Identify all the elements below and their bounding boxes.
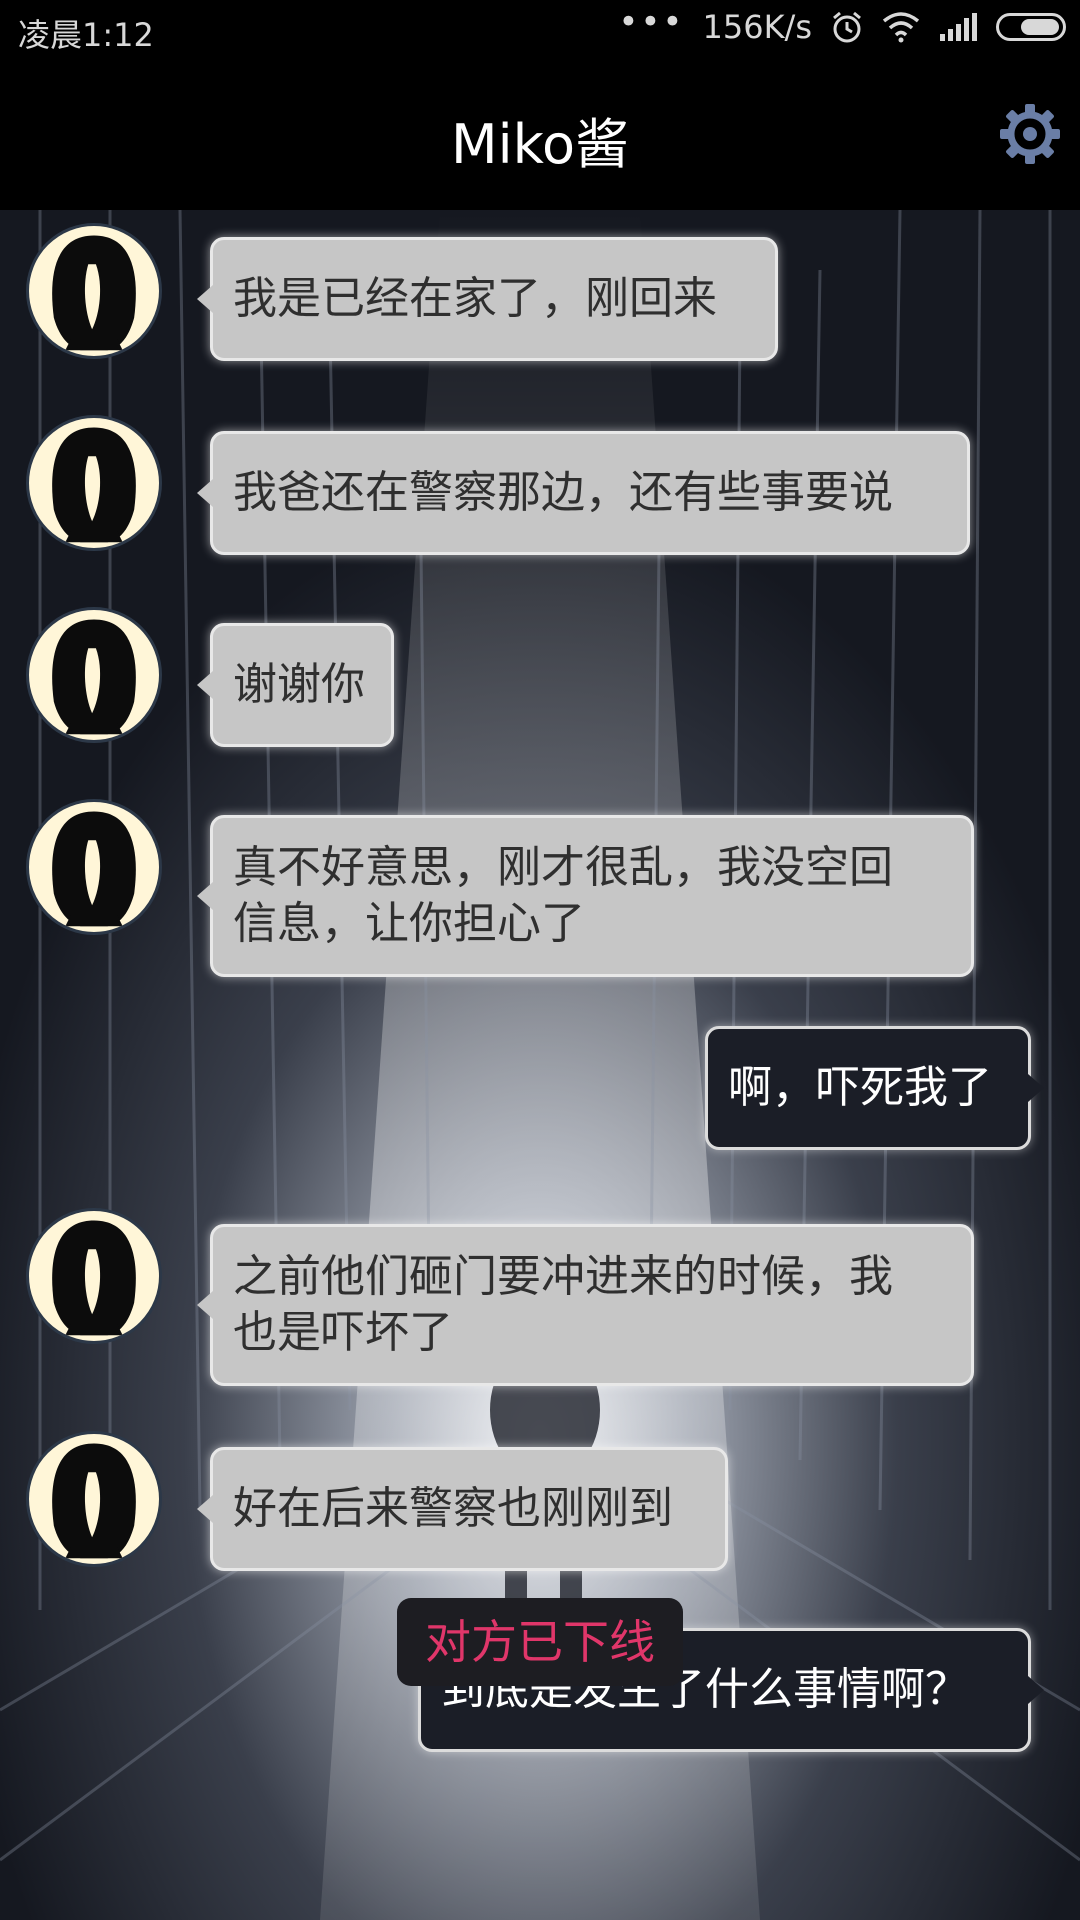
avatar-image <box>52 619 136 735</box>
avatar[interactable] <box>26 415 162 551</box>
network-speed: 156K/s <box>702 8 812 46</box>
message-bubble-incoming[interactable]: 真不好意思，刚才很乱，我没空回 信息，让你担心了 <box>197 815 974 977</box>
message-text-line: 信息，让你担心了 <box>233 898 585 949</box>
avatar-image <box>52 811 136 927</box>
avatar[interactable] <box>26 607 162 743</box>
status-icons: ••• 156K/s <box>618 2 1066 46</box>
message-bubble-incoming[interactable]: 我爸还在警察那边，还有些事要说 <box>197 431 970 555</box>
status-time: 凌晨1:12 <box>18 16 154 54</box>
signal-icon <box>940 13 977 41</box>
wifi-icon <box>882 12 920 43</box>
avatar-image <box>52 427 136 543</box>
message-text-line: 也是吓坏了 <box>233 1307 453 1358</box>
message-text: 我爸还在警察那边，还有些事要说 <box>233 467 893 518</box>
status-bar: 凌晨1:12 ••• 156K/s <box>0 0 1080 62</box>
notification-dots: ••• <box>618 2 685 42</box>
avatar-image <box>52 1443 136 1559</box>
avatar[interactable] <box>26 1208 162 1344</box>
message-bubble-incoming[interactable]: 我是已经在家了，刚回来 <box>197 237 778 361</box>
offline-status-badge: 对方已下线 <box>397 1598 683 1686</box>
message-text: 好在后来警察也刚刚到 <box>233 1483 673 1534</box>
avatar-image <box>52 235 136 351</box>
message-text: 啊，吓死我了 <box>728 1062 992 1113</box>
gear-icon[interactable] <box>998 102 1062 166</box>
message-bubble-incoming[interactable]: 谢谢你 <box>197 623 394 747</box>
message-bubble-incoming[interactable]: 好在后来警察也刚刚到 <box>197 1447 728 1571</box>
battery-icon <box>996 13 1066 41</box>
message-text: 我是已经在家了，刚回来 <box>233 273 717 324</box>
message-text-line: 之前他们砸门要冲进来的时候，我 <box>233 1251 893 1302</box>
message-bubble-incoming[interactable]: 之前他们砸门要冲进来的时候，我 也是吓坏了 <box>197 1224 974 1386</box>
alarm-icon <box>833 11 861 43</box>
chat-header: Miko酱 <box>0 62 1080 210</box>
avatar[interactable] <box>26 799 162 935</box>
message-bubble-outgoing[interactable]: 啊，吓死我了 <box>705 1026 1044 1150</box>
avatar[interactable] <box>26 1431 162 1567</box>
avatar[interactable] <box>26 223 162 359</box>
avatar-image <box>52 1220 136 1336</box>
message-text-line: 真不好意思，刚才很乱，我没空回 <box>233 842 893 893</box>
contact-name: Miko酱 <box>451 113 629 176</box>
message-text: 谢谢你 <box>233 659 365 710</box>
